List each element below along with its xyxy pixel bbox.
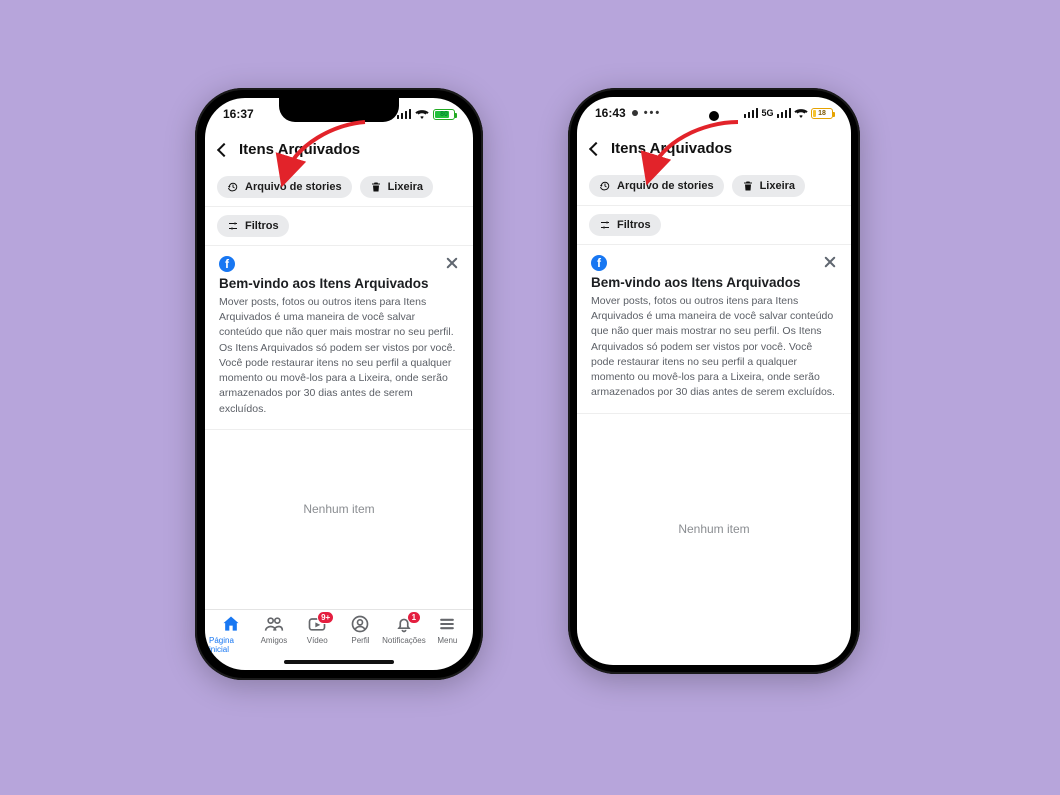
sliders-icon (227, 220, 239, 232)
page-title: Itens Arquivados (239, 141, 360, 158)
chip-label: Arquivo de stories (617, 180, 714, 192)
home-icon (221, 614, 241, 634)
status-app-dot-icon (632, 110, 638, 116)
chip-filters[interactable]: Filtros (217, 215, 289, 237)
android-camera-punch (709, 111, 719, 121)
back-icon[interactable] (589, 141, 603, 155)
empty-state: Nenhum item (205, 430, 473, 609)
status-overflow-icon: ••• (644, 107, 662, 119)
badge-video: 9+ (317, 611, 334, 624)
status-time: 16:37 (223, 107, 254, 121)
filters-row: Filtros (205, 207, 473, 246)
android-screen: 16:43 ••• 5G 18 Itens Arquivados (577, 97, 851, 665)
nav-label: Menu (437, 636, 457, 645)
menu-icon (437, 614, 457, 634)
battery-icon: 18 (811, 108, 833, 119)
trash-icon (742, 180, 754, 192)
nav-friends[interactable]: Amigos (252, 614, 295, 645)
welcome-title: Bem-vindo aos Itens Arquivados (219, 276, 459, 291)
history-icon (227, 181, 239, 193)
app-header: Itens Arquivados (205, 130, 473, 170)
chip-trash[interactable]: Lixeira (360, 176, 433, 198)
battery-percent: 18 (812, 109, 832, 118)
facebook-logo-icon: f (219, 256, 235, 272)
network-type: 5G (761, 108, 773, 118)
chip-label: Arquivo de stories (245, 181, 342, 193)
empty-label: Nenhum item (678, 522, 749, 536)
empty-label: Nenhum item (303, 502, 374, 516)
chip-stories-archive[interactable]: Arquivo de stories (589, 175, 724, 197)
facebook-logo-icon: f (591, 255, 607, 271)
nav-label: Perfil (351, 636, 369, 645)
chip-label: Filtros (245, 220, 279, 232)
battery-percent: 80 (434, 110, 454, 119)
back-icon[interactable] (217, 142, 231, 156)
chip-label: Lixeira (388, 181, 423, 193)
chip-label: Filtros (617, 219, 651, 231)
wifi-icon (415, 109, 429, 119)
chip-trash[interactable]: Lixeira (732, 175, 805, 197)
chip-label: Lixeira (760, 180, 795, 192)
bottom-nav: Página inicial Amigos 9+ Vídeo Perfil (205, 609, 473, 656)
chip-stories-archive[interactable]: Arquivo de stories (217, 176, 352, 198)
chip-row: Arquivo de stories Lixeira (205, 170, 473, 207)
nav-label: Amigos (261, 636, 288, 645)
nav-label: Vídeo (307, 636, 328, 645)
badge-notifications: 1 (407, 611, 421, 624)
sliders-icon (599, 219, 611, 231)
wifi-icon (794, 108, 808, 118)
friends-icon (264, 614, 284, 634)
nav-label: Página inicial (209, 636, 252, 654)
iphone-screen: 16:37 80 Itens Arquivados Arquivo de sto… (205, 98, 473, 670)
filters-row: Filtros (577, 206, 851, 245)
cellular-signal-icon (397, 109, 412, 119)
status-time: 16:43 (595, 106, 626, 120)
chip-row: Arquivo de stories Lixeira (577, 169, 851, 206)
empty-state: Nenhum item (577, 414, 851, 665)
nav-notifications[interactable]: 1 Notificações (382, 614, 426, 645)
close-icon[interactable] (821, 253, 839, 271)
page-title: Itens Arquivados (611, 140, 732, 157)
trash-icon (370, 181, 382, 193)
welcome-body: Mover posts, fotos ou outros itens para … (591, 294, 837, 401)
home-indicator[interactable] (205, 656, 473, 670)
nav-label: Notificações (382, 636, 426, 645)
welcome-card: f Bem-vindo aos Itens Arquivados Mover p… (205, 246, 473, 430)
welcome-card: f Bem-vindo aos Itens Arquivados Mover p… (577, 245, 851, 414)
nav-profile[interactable]: Perfil (339, 614, 382, 645)
welcome-title: Bem-vindo aos Itens Arquivados (591, 275, 837, 290)
chip-filters[interactable]: Filtros (589, 214, 661, 236)
android-frame: 16:43 ••• 5G 18 Itens Arquivados (568, 88, 860, 674)
cellular-signal-2-icon (777, 108, 792, 118)
profile-icon (350, 614, 370, 634)
iphone-notch (279, 98, 399, 122)
nav-home[interactable]: Página inicial (209, 614, 252, 654)
cellular-signal-icon (744, 108, 759, 118)
history-icon (599, 180, 611, 192)
close-icon[interactable] (443, 254, 461, 272)
app-header: Itens Arquivados (577, 129, 851, 169)
iphone-frame: 16:37 80 Itens Arquivados Arquivo de sto… (195, 88, 483, 680)
background-watermark (0, 0, 1060, 795)
nav-menu[interactable]: Menu (426, 614, 469, 645)
battery-icon: 80 (433, 109, 455, 120)
nav-video[interactable]: 9+ Vídeo (296, 614, 339, 645)
welcome-body: Mover posts, fotos ou outros itens para … (219, 295, 459, 417)
